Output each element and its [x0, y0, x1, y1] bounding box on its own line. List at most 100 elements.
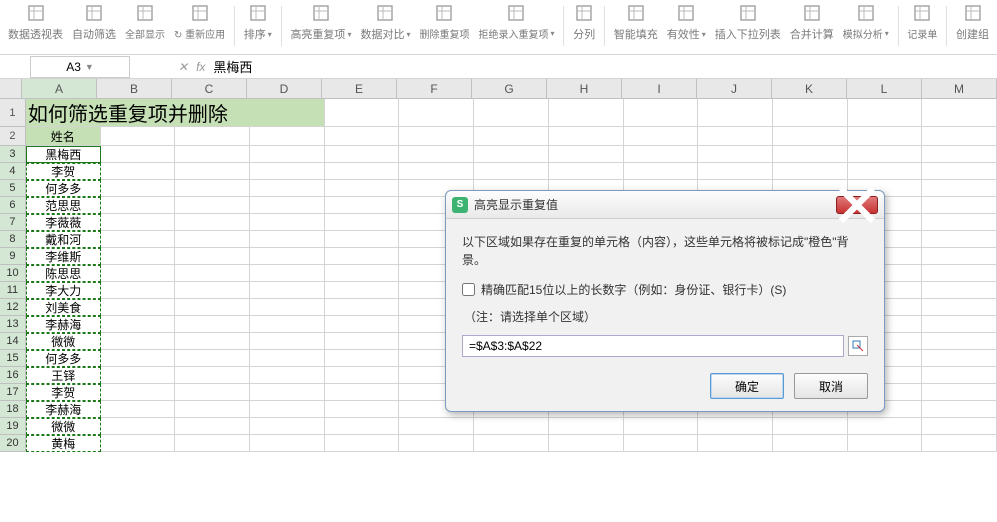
cell[interactable]: [175, 197, 250, 214]
cell[interactable]: [325, 333, 400, 350]
row-header[interactable]: 10: [0, 265, 26, 282]
cell[interactable]: [922, 214, 997, 231]
cancel-button[interactable]: 取消: [794, 373, 868, 399]
cell[interactable]: [325, 418, 400, 435]
cell[interactable]: [250, 435, 325, 452]
data-cell[interactable]: 微微: [26, 418, 101, 435]
select-all-corner[interactable]: [0, 79, 22, 98]
cell[interactable]: [848, 127, 923, 146]
cell[interactable]: [698, 127, 773, 146]
cell[interactable]: [325, 299, 400, 316]
cell[interactable]: [250, 401, 325, 418]
cell[interactable]: [250, 299, 325, 316]
row-header[interactable]: 18: [0, 401, 26, 418]
col-header-H[interactable]: H: [547, 79, 622, 98]
cell[interactable]: [698, 418, 773, 435]
data-cell[interactable]: 李薇薇: [26, 214, 101, 231]
data-cell[interactable]: 刘美食: [26, 299, 101, 316]
row-header[interactable]: 14: [0, 333, 26, 350]
cell[interactable]: [175, 333, 250, 350]
cell[interactable]: [922, 299, 997, 316]
cell[interactable]: [773, 163, 848, 180]
cancel-formula-icon[interactable]: ✕: [178, 60, 188, 74]
row-header[interactable]: 4: [0, 163, 26, 180]
cell[interactable]: [101, 197, 176, 214]
cell[interactable]: [101, 231, 176, 248]
cell[interactable]: [101, 127, 176, 146]
cell[interactable]: [250, 350, 325, 367]
cell[interactable]: [624, 163, 699, 180]
cell[interactable]: [101, 214, 176, 231]
cell[interactable]: [922, 146, 997, 163]
ribbon-showall-button[interactable]: 全部显示: [121, 2, 169, 50]
ribbon-sort-button[interactable]: 排序▾: [240, 2, 276, 50]
cell[interactable]: [922, 265, 997, 282]
cell[interactable]: [922, 99, 997, 127]
data-cell[interactable]: 李大力: [26, 282, 101, 299]
cell[interactable]: [773, 127, 848, 146]
row-header[interactable]: 15: [0, 350, 26, 367]
cell[interactable]: [922, 418, 997, 435]
cell[interactable]: [101, 146, 176, 163]
data-cell[interactable]: 陈思思: [26, 265, 101, 282]
cell[interactable]: [325, 197, 400, 214]
cell[interactable]: [250, 384, 325, 401]
col-header-M[interactable]: M: [922, 79, 997, 98]
data-cell[interactable]: 李赫海: [26, 316, 101, 333]
ribbon-group-button[interactable]: 创建组: [952, 2, 993, 50]
cell[interactable]: [698, 146, 773, 163]
ribbon-reapply-button[interactable]: ↻ 重新应用: [170, 2, 229, 50]
cell[interactable]: [922, 350, 997, 367]
cell[interactable]: [922, 367, 997, 384]
cell[interactable]: [175, 316, 250, 333]
cell[interactable]: [250, 127, 325, 146]
cell[interactable]: [325, 282, 400, 299]
col-header-J[interactable]: J: [697, 79, 772, 98]
data-cell[interactable]: 微微: [26, 333, 101, 350]
cell[interactable]: [175, 146, 250, 163]
cell[interactable]: [175, 282, 250, 299]
cell[interactable]: [175, 248, 250, 265]
ribbon-compare-button[interactable]: 数据对比▾: [356, 2, 414, 50]
cell[interactable]: [250, 163, 325, 180]
cell[interactable]: [325, 350, 400, 367]
range-picker-button[interactable]: [848, 336, 868, 356]
cell[interactable]: [175, 401, 250, 418]
cell[interactable]: [175, 418, 250, 435]
cell[interactable]: [250, 418, 325, 435]
cell[interactable]: [175, 180, 250, 197]
row-header[interactable]: 11: [0, 282, 26, 299]
cell[interactable]: [549, 163, 624, 180]
cell[interactable]: [848, 163, 923, 180]
row-header[interactable]: 9: [0, 248, 26, 265]
cell[interactable]: [250, 231, 325, 248]
exact-match-checkbox[interactable]: [462, 283, 475, 296]
cell[interactable]: [922, 316, 997, 333]
row-header[interactable]: 16: [0, 367, 26, 384]
cell[interactable]: [175, 265, 250, 282]
row-header[interactable]: 3: [0, 146, 26, 163]
ribbon-fill-button[interactable]: 智能填充: [610, 2, 662, 50]
cell[interactable]: [101, 316, 176, 333]
row-header[interactable]: 12: [0, 299, 26, 316]
cell[interactable]: [399, 127, 474, 146]
cell[interactable]: [325, 163, 400, 180]
cell[interactable]: [773, 418, 848, 435]
data-cell[interactable]: 黑梅西: [26, 146, 101, 163]
cell[interactable]: [399, 418, 474, 435]
ribbon-dropdown-button[interactable]: 插入下拉列表: [711, 2, 785, 50]
cell[interactable]: [624, 418, 699, 435]
cell[interactable]: [773, 99, 848, 127]
cell[interactable]: [922, 282, 997, 299]
cell[interactable]: [175, 163, 250, 180]
cell[interactable]: [175, 127, 250, 146]
cell[interactable]: [175, 299, 250, 316]
cell[interactable]: [549, 99, 624, 127]
cell[interactable]: [175, 367, 250, 384]
cell[interactable]: [325, 435, 400, 452]
row-header[interactable]: 19: [0, 418, 26, 435]
ok-button[interactable]: 确定: [710, 373, 784, 399]
data-cell[interactable]: 何多多: [26, 350, 101, 367]
data-cell[interactable]: 王铎: [26, 367, 101, 384]
cell[interactable]: [624, 435, 699, 452]
